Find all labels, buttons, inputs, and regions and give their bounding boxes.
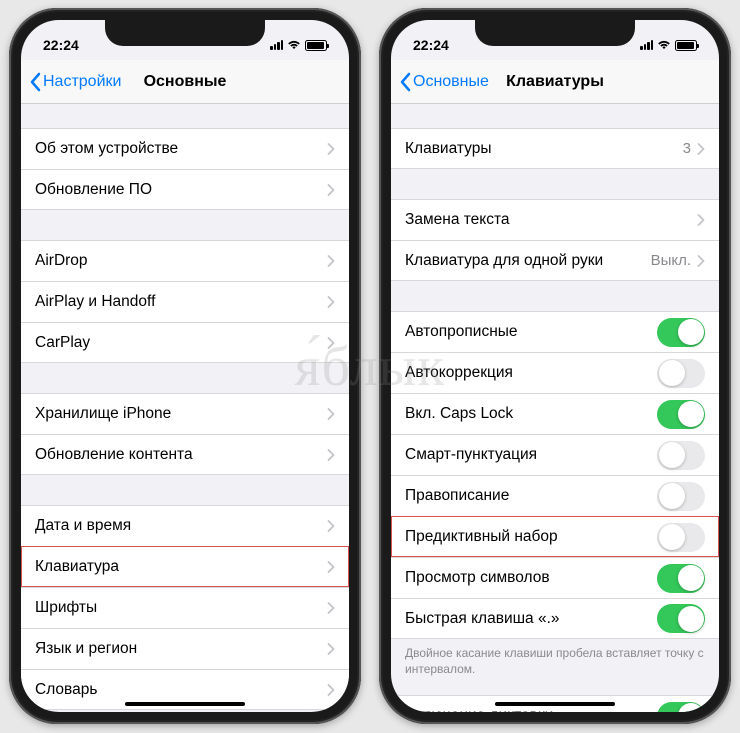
chevron-left-icon	[29, 72, 41, 92]
phone-left: 22:24 Настройки Основные Об этом устройс…	[9, 8, 361, 724]
fonts-row[interactable]: Шрифты	[21, 587, 349, 628]
predictive-toggle[interactable]	[657, 523, 705, 552]
row-label: Автокоррекция	[405, 364, 657, 382]
chevron-right-icon	[327, 143, 335, 155]
chevron-right-icon	[327, 255, 335, 267]
signal-icon	[270, 40, 283, 50]
smart-punctuation-toggle[interactable]	[657, 441, 705, 470]
row-label: Хранилище iPhone	[35, 405, 327, 423]
row-label: Автопрописные	[405, 323, 657, 341]
caps-lock-toggle[interactable]	[657, 400, 705, 429]
signal-icon	[640, 40, 653, 50]
software-update-row[interactable]: Обновление ПО	[21, 169, 349, 210]
row-label: Предиктивный набор	[405, 528, 657, 546]
auto-correction-toggle[interactable]	[657, 359, 705, 388]
one-handed-row[interactable]: Клавиатура для одной рукиВыкл.	[391, 240, 719, 281]
row-label: Об этом устройстве	[35, 140, 327, 158]
chevron-right-icon	[327, 337, 335, 349]
chevron-right-icon	[327, 449, 335, 461]
chevron-right-icon	[327, 296, 335, 308]
row-label: Шрифты	[35, 599, 327, 617]
settings-content[interactable]: Клавиатуры3 Замена текста Клавиатура для …	[391, 104, 719, 712]
battery-icon	[675, 40, 697, 51]
row-label: Обновление контента	[35, 446, 327, 464]
row-label: Просмотр символов	[405, 569, 657, 587]
home-indicator[interactable]	[125, 702, 245, 707]
row-label: Словарь	[35, 681, 327, 699]
chevron-right-icon	[327, 184, 335, 196]
chevron-left-icon	[399, 72, 411, 92]
auto-correction-toggle-row: Автокоррекция	[391, 352, 719, 393]
chevron-right-icon	[327, 643, 335, 655]
row-label: Клавиатура для одной руки	[405, 252, 651, 270]
row-label: Включение диктовки	[405, 707, 657, 712]
keyboard-row[interactable]: Клавиатура	[21, 546, 349, 587]
wifi-icon	[287, 40, 301, 50]
smart-punctuation-toggle-row: Смарт-пунктуация	[391, 434, 719, 475]
back-button[interactable]: Настройки	[29, 72, 121, 92]
row-label: Обновление ПО	[35, 181, 327, 199]
status-time: 22:24	[43, 37, 79, 53]
row-label: Язык и регион	[35, 640, 327, 658]
row-label: AirPlay и Handoff	[35, 293, 327, 311]
datetime-row[interactable]: Дата и время	[21, 505, 349, 546]
notch	[475, 20, 635, 46]
row-value: 3	[683, 140, 691, 157]
row-label: Замена текста	[405, 211, 697, 229]
row-label: Быстрая клавиша «.»	[405, 610, 657, 628]
battery-icon	[305, 40, 327, 51]
row-label: AirDrop	[35, 252, 327, 270]
back-button[interactable]: Основные	[399, 72, 489, 92]
wifi-icon	[657, 40, 671, 50]
chevron-right-icon	[697, 255, 705, 267]
keyboards-row[interactable]: Клавиатуры3	[391, 128, 719, 169]
chevron-right-icon	[327, 520, 335, 532]
row-label: CarPlay	[35, 334, 327, 352]
row-label: Правописание	[405, 487, 657, 505]
phone-right: 22:24 Основные Клавиатуры Клавиатуры3 За…	[379, 8, 731, 724]
chevron-right-icon	[327, 561, 335, 573]
spell-check-toggle[interactable]	[657, 482, 705, 511]
home-indicator[interactable]	[495, 702, 615, 707]
background-refresh-row[interactable]: Обновление контента	[21, 434, 349, 475]
row-label: Вкл. Caps Lock	[405, 405, 657, 423]
chevron-right-icon	[697, 214, 705, 226]
enable-dictation-toggle[interactable]	[657, 702, 705, 712]
chevron-right-icon	[327, 408, 335, 420]
row-label: Смарт-пунктуация	[405, 446, 657, 464]
notch	[105, 20, 265, 46]
footer-text: Двойное касание клавиши пробела вставляе…	[391, 639, 719, 677]
row-label: Клавиатуры	[405, 140, 683, 158]
spell-check-toggle-row: Правописание	[391, 475, 719, 516]
row-label: Клавиатура	[35, 558, 327, 576]
carplay-row[interactable]: CarPlay	[21, 322, 349, 363]
chevron-right-icon	[327, 602, 335, 614]
about-row[interactable]: Об этом устройстве	[21, 128, 349, 169]
predictive-toggle-row: Предиктивный набор	[391, 516, 719, 557]
settings-content[interactable]: Об этом устройстве Обновление ПО AirDrop A…	[21, 104, 349, 712]
character-preview-toggle[interactable]	[657, 564, 705, 593]
language-region-row[interactable]: Язык и регион	[21, 628, 349, 669]
chevron-right-icon	[697, 143, 705, 155]
storage-row[interactable]: Хранилище iPhone	[21, 393, 349, 434]
chevron-right-icon	[327, 684, 335, 696]
nav-bar: Основные Клавиатуры	[391, 60, 719, 104]
period-shortcut-toggle-row: Быстрая клавиша «.»	[391, 598, 719, 639]
text-replacement-row[interactable]: Замена текста	[391, 199, 719, 240]
status-time: 22:24	[413, 37, 449, 53]
period-shortcut-toggle[interactable]	[657, 604, 705, 633]
airdrop-row[interactable]: AirDrop	[21, 240, 349, 281]
airplay-row[interactable]: AirPlay и Handoff	[21, 281, 349, 322]
auto-capitalize-toggle[interactable]	[657, 318, 705, 347]
auto-capitalize-toggle-row: Автопрописные	[391, 311, 719, 352]
nav-bar: Настройки Основные	[21, 60, 349, 104]
character-preview-toggle-row: Просмотр символов	[391, 557, 719, 598]
row-value: Выкл.	[651, 252, 691, 269]
caps-lock-toggle-row: Вкл. Caps Lock	[391, 393, 719, 434]
row-label: Дата и время	[35, 517, 327, 535]
